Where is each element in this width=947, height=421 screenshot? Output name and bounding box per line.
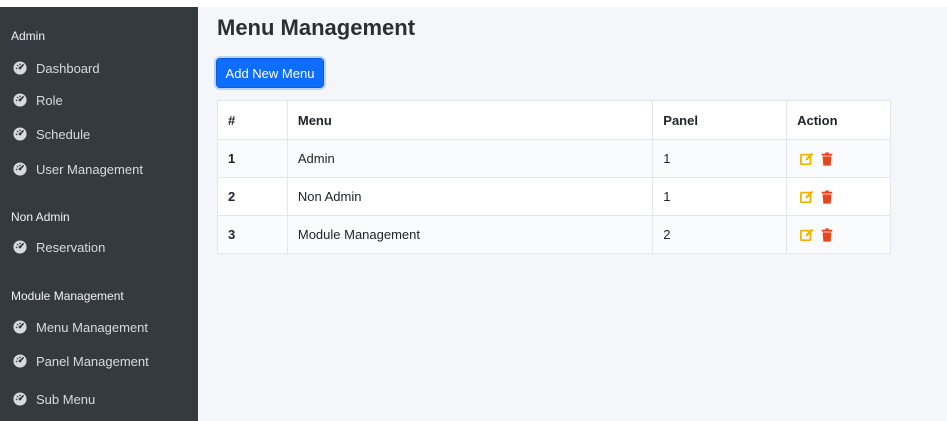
edit-icon[interactable] <box>800 152 814 166</box>
sidebar-item-menu-management[interactable]: Menu Management <box>13 316 193 338</box>
sidebar-item-label: Panel Management <box>36 353 149 369</box>
row-panel: 1 <box>652 139 788 178</box>
table-row: 2 Non Admin 1 <box>217 177 891 216</box>
sidebar-item-schedule[interactable]: Schedule <box>13 123 193 145</box>
sidebar-section-non-admin: Non Admin <box>11 210 70 224</box>
column-header-number: # <box>217 100 288 140</box>
sidebar-item-label: Menu Management <box>36 319 149 335</box>
row-panel: 2 <box>652 215 788 254</box>
app-root: Admin Dashboard Role Schedule User Manag… <box>0 0 947 421</box>
tachometer-icon <box>13 354 27 368</box>
sidebar-item-panel-management[interactable]: Panel Management <box>13 350 193 372</box>
sidebar-item-label: Sub Menu <box>36 391 96 407</box>
column-header-menu: Menu <box>286 100 654 140</box>
trash-icon[interactable] <box>820 189 834 204</box>
sidebar-item-label: User Management <box>36 161 143 177</box>
sidebar-section-admin: Admin <box>11 29 46 43</box>
main-content: Menu Management Add New Menu # Menu Pane… <box>198 7 947 421</box>
table-row: 3 Module Management 2 <box>217 215 891 254</box>
sidebar-item-label: Reservation <box>36 239 106 255</box>
tachometer-icon <box>13 392 27 406</box>
row-number: 2 <box>217 177 288 216</box>
row-menu: Non Admin <box>286 177 654 216</box>
edit-icon[interactable] <box>800 228 814 242</box>
menu-table: # Menu Panel Action 1 Admin 1 2 Non Admi… <box>217 100 891 254</box>
row-actions <box>786 215 891 254</box>
page-title: Menu Management <box>217 15 416 40</box>
row-number: 1 <box>217 139 288 178</box>
row-number: 3 <box>217 215 288 254</box>
column-header-action: Action <box>786 100 891 140</box>
tachometer-icon <box>13 162 27 176</box>
row-menu: Admin <box>286 139 654 178</box>
sidebar-item-label: Schedule <box>36 126 91 142</box>
table-header-row: # Menu Panel Action <box>217 100 891 140</box>
tachometer-icon <box>13 61 27 75</box>
sidebar-section-module-management: Module Management <box>11 289 124 303</box>
edit-icon[interactable] <box>800 190 814 204</box>
tachometer-icon <box>13 320 27 334</box>
tachometer-icon <box>13 127 27 141</box>
sidebar-item-dashboard[interactable]: Dashboard <box>13 57 193 79</box>
add-new-menu-button[interactable]: Add New Menu <box>216 58 324 88</box>
sidebar-item-user-management[interactable]: User Management <box>13 158 193 180</box>
sidebar-item-label: Role <box>36 92 63 108</box>
tachometer-icon <box>13 93 27 107</box>
trash-icon[interactable] <box>820 227 834 242</box>
row-menu: Module Management <box>286 215 654 254</box>
sidebar-item-role[interactable]: Role <box>13 89 193 111</box>
row-actions <box>786 139 891 178</box>
row-actions <box>786 177 891 216</box>
tachometer-icon <box>13 240 27 254</box>
sidebar: Admin Dashboard Role Schedule User Manag… <box>0 7 198 421</box>
trash-icon[interactable] <box>820 151 834 166</box>
row-panel: 1 <box>652 177 788 216</box>
sidebar-item-reservation[interactable]: Reservation <box>13 236 193 258</box>
sidebar-item-label: Dashboard <box>36 60 100 76</box>
sidebar-item-sub-menu[interactable]: Sub Menu <box>13 388 193 410</box>
table-row: 1 Admin 1 <box>217 139 891 178</box>
column-header-panel: Panel <box>652 100 788 140</box>
